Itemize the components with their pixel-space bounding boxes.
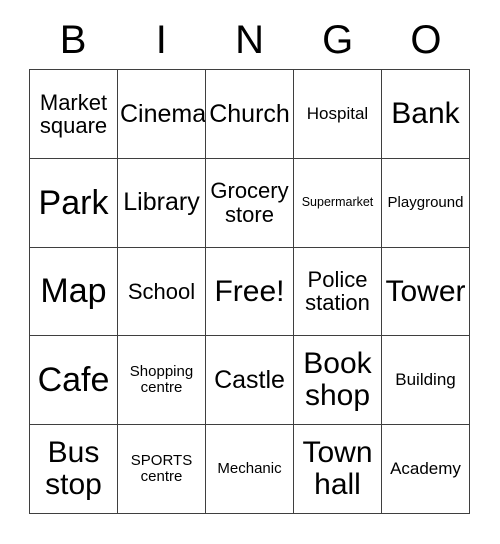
bingo-cell-r2c4[interactable]: Supermarket (294, 158, 382, 248)
bingo-cell-label: School (127, 278, 196, 304)
bingo-cell-label: Supermarket (301, 195, 374, 210)
bingo-cell-label: Map (40, 272, 107, 311)
bingo-cell-label: Cinema (120, 99, 206, 128)
bingo-cell-r1c5[interactable]: Bank (382, 70, 470, 159)
bingo-cell-label: Park (38, 183, 109, 222)
bingo-cell-r2c3[interactable]: Grocery store (206, 158, 294, 248)
bingo-cell-label: Bank (391, 97, 460, 130)
bingo-free-space-label: Free! (214, 274, 285, 308)
bingo-cell-r1c4[interactable]: Hospital (294, 70, 382, 159)
bingo-cell-r3c4[interactable]: Police station (294, 247, 382, 337)
bingo-header-letter-i: I (155, 18, 167, 62)
bingo-cell-r5c4[interactable]: Town hall (294, 425, 382, 514)
bingo-cell-label: Academy (390, 459, 461, 479)
bingo-cell-label: Bus stop (45, 436, 102, 502)
bingo-cell-label: Playground (387, 193, 464, 211)
bingo-cell-free-space[interactable]: Free! (206, 247, 294, 337)
bingo-cell-r1c1[interactable]: Market square (30, 70, 118, 159)
bingo-cell-r1c2[interactable]: Cinema (118, 70, 206, 159)
bingo-cell-label: Grocery store (210, 178, 289, 227)
bingo-header-letter-o: O (410, 18, 442, 62)
bingo-cell-r2c1[interactable]: Park (30, 158, 118, 248)
bingo-cell-label: Hospital (306, 103, 369, 123)
bingo-cell-r4c3[interactable]: Castle (206, 336, 294, 426)
bingo-cell-r4c2[interactable]: Shopping centre (118, 336, 206, 426)
bingo-cell-label: Cafe (37, 361, 110, 400)
bingo-cell-label: Mechanic (217, 460, 282, 478)
bingo-cell-r2c2[interactable]: Library (118, 158, 206, 248)
bingo-header-letter-g: G (322, 18, 354, 62)
bingo-cell-label: Church (209, 99, 290, 128)
bingo-header-letter-b: B (59, 18, 87, 62)
bingo-cell-label: SPORTS centre (130, 452, 193, 486)
bingo-cell-r5c1[interactable]: Bus stop (30, 425, 118, 514)
bingo-cell-r3c2[interactable]: School (118, 247, 206, 337)
bingo-card: B I N G O Market square Cinema Church Ho… (0, 0, 500, 544)
bingo-cell-label: Shopping centre (129, 363, 194, 397)
bingo-cell-r3c5[interactable]: Tower (382, 247, 470, 337)
bingo-cell-r4c1[interactable]: Cafe (30, 336, 118, 426)
bingo-cell-label: Library (123, 188, 200, 217)
bingo-cell-label: Book shop (303, 347, 372, 413)
bingo-cell-label: Building (395, 370, 456, 390)
bingo-cell-r4c4[interactable]: Book shop (294, 336, 382, 426)
bingo-cell-label: Police station (305, 267, 370, 316)
bingo-cell-r2c5[interactable]: Playground (382, 158, 470, 248)
bingo-header-letter-n: N (235, 18, 264, 62)
bingo-cell-label: Castle (214, 366, 285, 395)
bingo-cell-r5c5[interactable]: Academy (382, 425, 470, 514)
bingo-cell-r5c2[interactable]: SPORTS centre (118, 425, 206, 514)
bingo-cell-r3c1[interactable]: Map (30, 247, 118, 337)
bingo-cell-label: Tower (385, 274, 466, 308)
bingo-cell-r4c5[interactable]: Building (382, 336, 470, 426)
bingo-cell-label: Town hall (302, 436, 373, 502)
bingo-cell-r5c3[interactable]: Mechanic (206, 425, 294, 514)
bingo-cell-r1c3[interactable]: Church (206, 70, 294, 159)
bingo-header-row: B I N G O (29, 14, 470, 66)
bingo-grid: Market square Cinema Church Hospital Ban… (29, 69, 470, 514)
bingo-cell-label: Market square (39, 89, 108, 138)
